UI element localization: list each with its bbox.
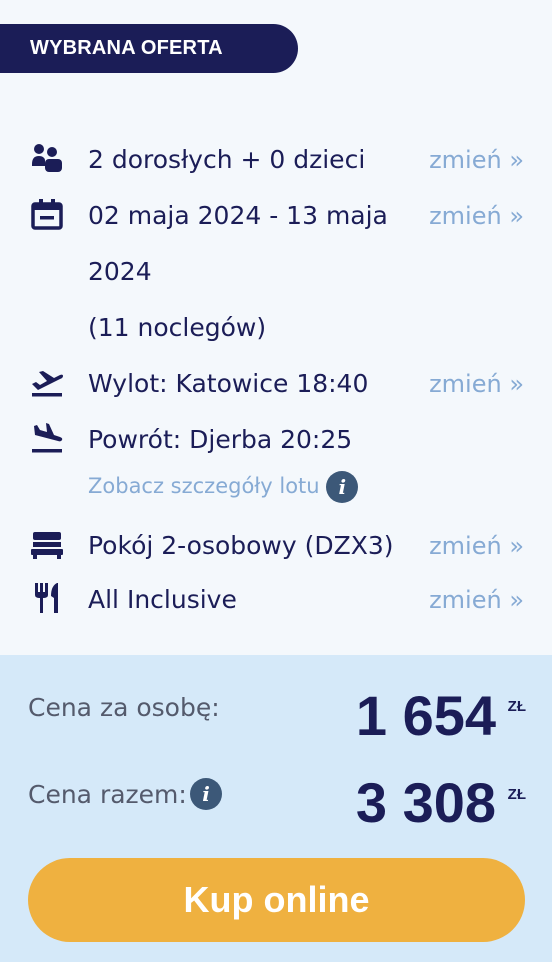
plane-landing-icon — [29, 420, 65, 456]
flight-details-label[interactable]: Zobacz szczegóły lotu — [88, 474, 320, 498]
travellers-row: 2 dorosłych + 0 dzieci zmień » — [0, 132, 552, 188]
total-price: 3 308 — [355, 771, 496, 834]
board-text: All Inclusive — [88, 585, 237, 614]
dates-text-line1: 02 maja 2024 - 13 maja — [88, 201, 388, 230]
per-person-currency: ZŁ — [507, 698, 526, 715]
dates-row: 02 maja 2024 - 13 maja 2024 (11 noclegów… — [0, 188, 552, 356]
info-icon[interactable]: i — [326, 471, 359, 503]
change-board-link[interactable]: zmień » — [429, 572, 524, 628]
per-person-label: Cena za osobę: — [28, 693, 220, 722]
departure-row: Wylot: Katowice 18:40 zmień » — [0, 356, 552, 412]
calendar-icon — [29, 196, 65, 232]
return-text: Powrót: Djerba 20:25 — [88, 425, 353, 454]
buy-online-button[interactable]: Kup online — [28, 858, 525, 942]
change-room-link[interactable]: zmień » — [429, 518, 524, 574]
dates-text-line2: 2024 — [88, 257, 152, 286]
change-departure-link[interactable]: zmień » — [429, 356, 524, 412]
plane-takeoff-icon — [29, 364, 65, 400]
selected-offer-badge: WYBRANA OFERTA — [0, 24, 298, 73]
cutlery-icon — [29, 580, 65, 616]
per-person-price: 1 654 — [355, 684, 496, 747]
people-icon — [29, 140, 65, 176]
flight-details-link[interactable]: Zobacz szczegóły lotu i — [88, 466, 359, 506]
nights-count: (11 noclegów) — [88, 313, 267, 342]
total-label: Cena razem: — [28, 780, 187, 809]
travellers-text: 2 dorosłych + 0 dzieci — [88, 145, 366, 174]
change-dates-link[interactable]: zmień » — [429, 188, 524, 244]
total-info-icon[interactable]: i — [190, 778, 222, 810]
change-travellers-link[interactable]: zmień » — [429, 132, 524, 188]
return-row: Powrót: Djerba 20:25 — [0, 412, 552, 468]
bed-icon — [29, 526, 65, 562]
board-row: All Inclusive zmień » — [0, 572, 552, 628]
total-currency: ZŁ — [507, 786, 526, 803]
room-row: Pokój 2-osobowy (DZX3) zmień » — [0, 518, 552, 574]
departure-text: Wylot: Katowice 18:40 — [88, 369, 369, 398]
room-text: Pokój 2-osobowy (DZX3) — [88, 531, 394, 560]
